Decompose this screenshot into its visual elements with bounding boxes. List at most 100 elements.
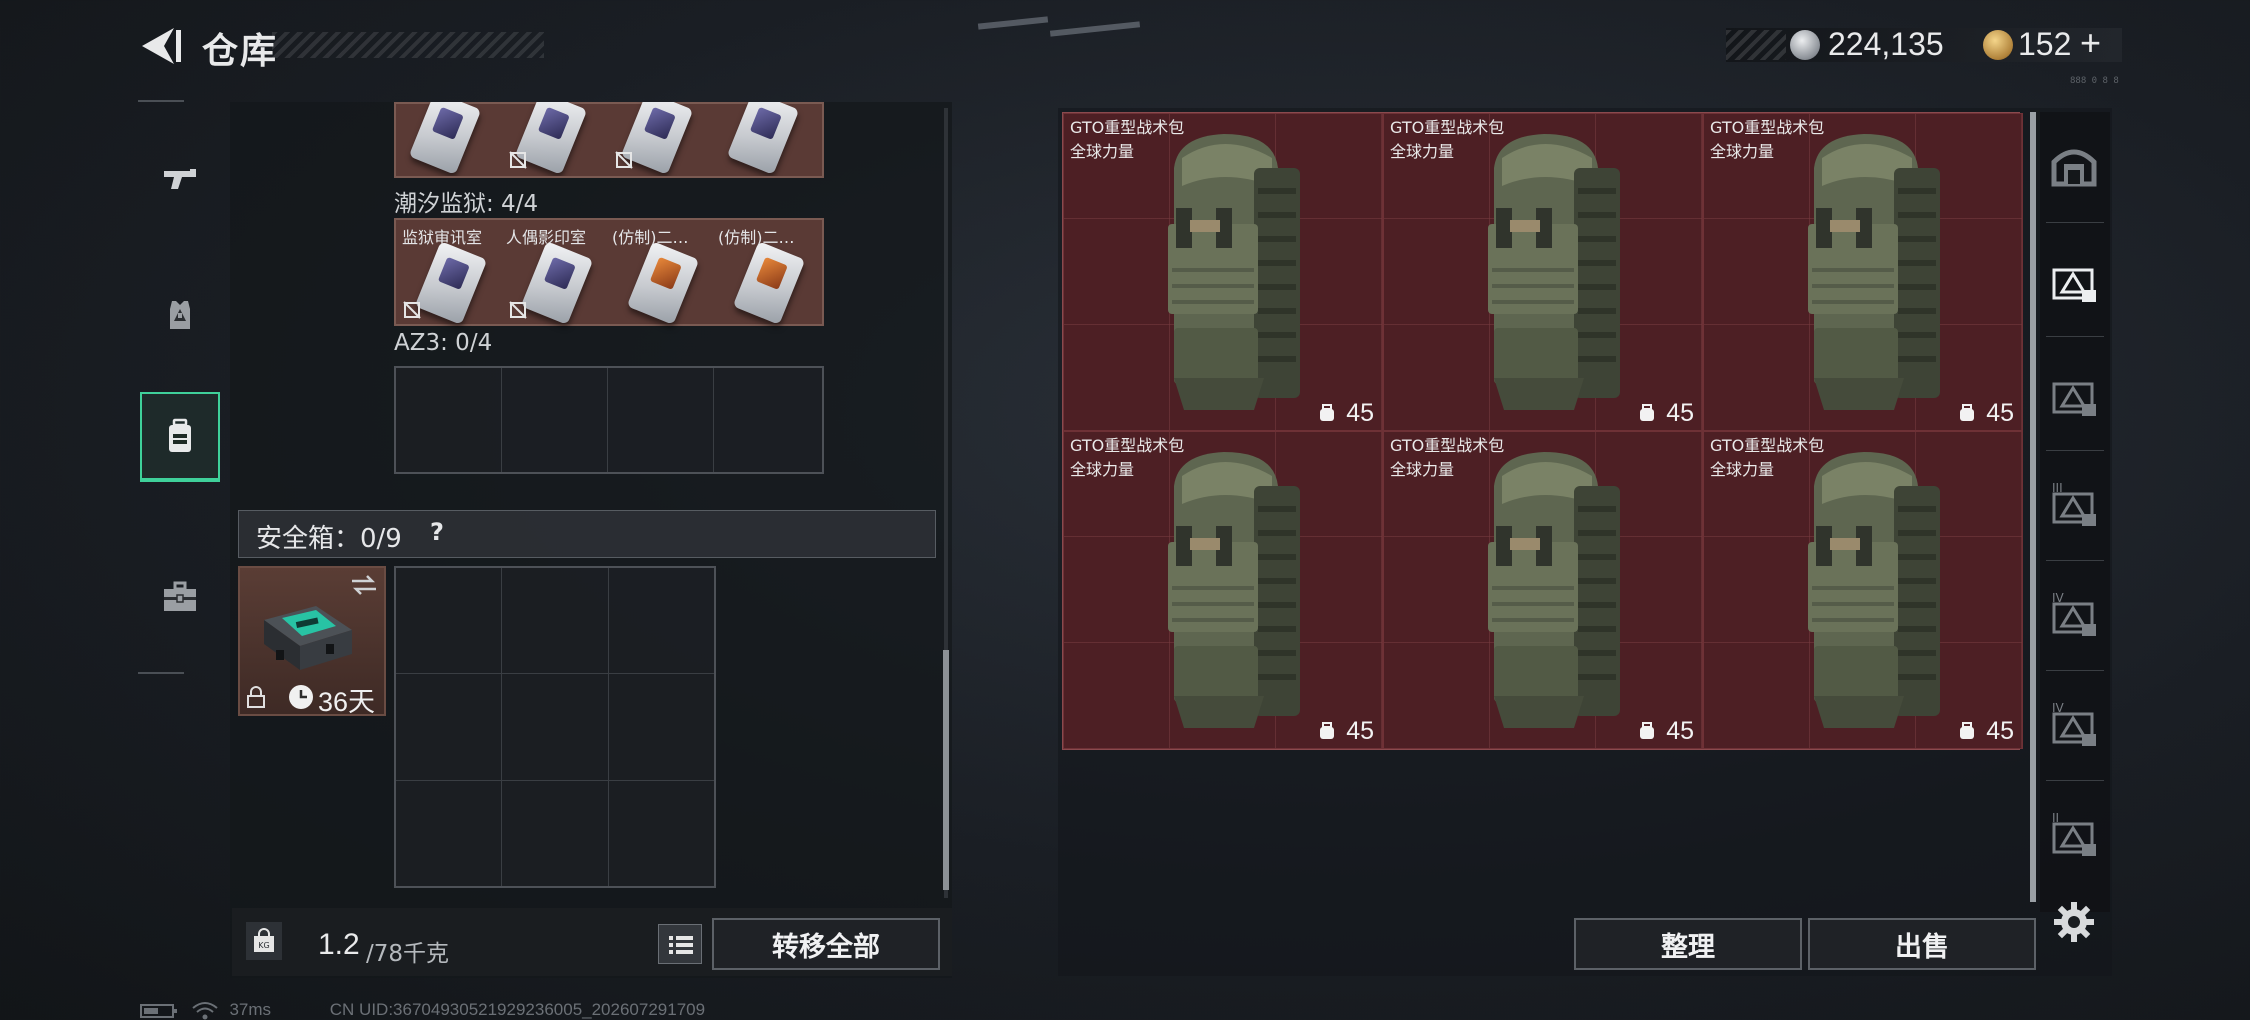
silver-coin-icon — [1790, 30, 1820, 60]
key-label: (仿制)二… — [612, 228, 689, 247]
svg-text:KG: KG — [258, 941, 269, 950]
key-slot[interactable] — [714, 102, 820, 176]
safe-box-duration: 36天 — [318, 687, 376, 717]
keycard-icon — [408, 102, 482, 175]
stash-item[interactable]: GTO重型战术包 全球力量 45 — [1383, 431, 1703, 749]
stash-scrollbar[interactable] — [2030, 112, 2036, 902]
key-slot[interactable]: (仿制)二… — [714, 220, 820, 326]
item-name: GTO重型战术包 — [1390, 118, 1505, 137]
safe-box-label: 安全箱：0/9 — [256, 524, 402, 554]
sell-button[interactable]: 出售 — [1808, 918, 2036, 970]
tab-divider — [2046, 450, 2104, 451]
nav-armor[interactable] — [140, 270, 220, 360]
version-code: 888 0 8 8 — [2070, 76, 2119, 86]
disabled-icon — [509, 301, 527, 319]
help-icon[interactable]: ? — [430, 518, 444, 546]
item-tag: 全球力量 — [1390, 460, 1455, 479]
stash-item[interactable]: GTO重型战术包 全球力量 45 — [1063, 113, 1383, 431]
backpack-item-icon — [1808, 134, 1940, 410]
page-title: 仓库 — [202, 31, 279, 72]
item-capacity: 45 — [1986, 399, 2014, 427]
keycard-icon — [726, 102, 800, 175]
safe-box-grid[interactable] — [394, 566, 716, 888]
grid-divider — [608, 568, 609, 886]
grid-divider — [501, 368, 502, 472]
add-currency-button[interactable]: + — [2080, 22, 2101, 64]
item-capacity: 45 — [1346, 399, 1374, 427]
weight-current: 1.2 — [318, 928, 360, 961]
stash-tab-1-icon[interactable] — [2048, 140, 2100, 192]
keycard-icon — [414, 241, 488, 325]
capacity-icon — [1320, 722, 1334, 739]
key-row-az3[interactable] — [394, 366, 824, 474]
capacity-icon — [1320, 404, 1334, 421]
section-label-tidal-prison: 潮汐监狱: 4/4 — [394, 191, 539, 217]
key-slot[interactable] — [608, 102, 714, 176]
key-slot[interactable]: 人偶影印室 — [502, 220, 608, 326]
disabled-icon — [509, 151, 527, 169]
nav-backpack[interactable] — [140, 392, 220, 482]
weight-max: /78千克 — [366, 941, 450, 967]
backpack-icon — [169, 418, 191, 452]
list-icon — [669, 936, 693, 954]
uid-text: CN UID:367049305219292360​05_20260729170… — [329, 1000, 706, 1019]
item-name: GTO重型战术包 — [1070, 436, 1185, 455]
wifi-icon — [192, 1001, 218, 1020]
nav-weapons[interactable] — [140, 134, 220, 224]
backpack-item-icon — [1168, 134, 1300, 410]
item-capacity: 45 — [1666, 399, 1694, 427]
backpack-item-icon — [1488, 134, 1620, 410]
stash-item[interactable]: GTO重型战术包 全球力量 45 — [1063, 431, 1383, 749]
gold-coin-icon — [1983, 30, 2013, 60]
capacity-icon — [1640, 722, 1654, 739]
clock-icon — [289, 685, 313, 709]
stash-tab-7-icon[interactable]: II — [2048, 808, 2100, 860]
stash-item[interactable]: GTO重型战术包 全球力量 45 — [1703, 113, 2023, 431]
key-slot[interactable]: 监狱审讯室 — [396, 220, 502, 326]
keycard-icon — [626, 241, 700, 325]
item-tag: 全球力量 — [1390, 142, 1455, 161]
gold-currency-value: 152 — [2018, 26, 2072, 62]
stash-item[interactable]: GTO重型战术包 全球力量 45 — [1703, 431, 2023, 749]
status-line: 37ms CN UID:367049305219292360​05_202607… — [140, 1000, 705, 1020]
item-name: GTO重型战术包 — [1070, 118, 1185, 137]
keycard-icon — [732, 241, 806, 325]
tab-divider — [2046, 560, 2104, 561]
grid-divider — [607, 368, 608, 472]
backdrop-streak — [1049, 21, 1141, 37]
stash-tab-4-icon[interactable]: III — [2048, 478, 2100, 530]
item-capacity: 45 — [1346, 717, 1374, 745]
nav-toolbox[interactable] — [140, 552, 220, 642]
settings-gear-icon[interactable] — [2052, 900, 2096, 944]
key-slot[interactable] — [502, 102, 608, 176]
tab-divider — [2046, 222, 2104, 223]
stash-tab-2-icon[interactable] — [2048, 254, 2100, 306]
inventory-scrollbar-thumb[interactable] — [943, 650, 949, 890]
stash-tab-6-icon[interactable]: IV — [2048, 698, 2100, 750]
item-tag: 全球力量 — [1070, 460, 1135, 479]
stash-item[interactable]: GTO重型战术包 全球力量 45 — [1383, 113, 1703, 431]
stash-tab-3-icon[interactable] — [2048, 368, 2100, 420]
silver-currency-value: 224,135 — [1828, 26, 1944, 62]
list-view-button[interactable] — [658, 924, 702, 964]
back-arrow-icon[interactable] — [138, 26, 182, 66]
key-slot[interactable]: (仿制)二… — [608, 220, 714, 326]
tab-divider — [2046, 780, 2104, 781]
safe-box-icon — [264, 606, 352, 670]
item-name: GTO重型战术包 — [1390, 436, 1505, 455]
key-slot[interactable] — [396, 102, 502, 176]
swap-icon[interactable] — [350, 574, 378, 596]
weight-lock-button[interactable]: KG — [246, 922, 282, 960]
backdrop-streak — [977, 16, 1049, 30]
sort-button[interactable]: 整理 — [1574, 918, 1802, 970]
transfer-all-button[interactable]: 转移全部 — [712, 918, 940, 970]
item-tag: 全球力量 — [1710, 142, 1775, 161]
disabled-icon — [403, 301, 421, 319]
grid-divider — [396, 673, 714, 674]
stash-tab-5-icon[interactable]: IV — [2048, 588, 2100, 640]
tab-divider — [2046, 336, 2104, 337]
capacity-icon — [1640, 404, 1654, 421]
kg-weight-icon: KG — [254, 928, 274, 952]
backpack-item-icon — [1488, 452, 1620, 728]
pistol-icon — [164, 169, 196, 189]
